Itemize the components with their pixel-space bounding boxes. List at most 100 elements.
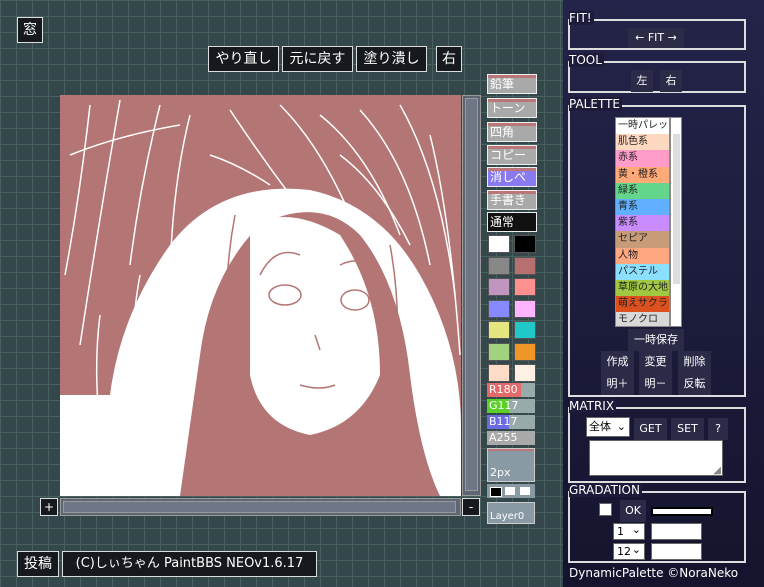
tool-rectangle-label: 四角: [490, 125, 515, 139]
palette-item[interactable]: 紫系: [616, 215, 669, 232]
tool-tone-label: トーン: [490, 101, 526, 115]
tool-freehand[interactable]: 手書き: [487, 190, 537, 210]
palette-item[interactable]: パステル: [616, 263, 669, 280]
matrix-help-button[interactable]: ?: [708, 418, 728, 440]
redo-button[interactable]: やり直し: [208, 46, 279, 72]
alpha-slider[interactable]: A255: [487, 431, 535, 445]
fill-button[interactable]: 塗り潰し: [356, 46, 427, 72]
credit-label: (C)しぃちゃん PaintBBS NEOv1.6.17: [62, 551, 317, 577]
palette-item[interactable]: 青系: [616, 198, 669, 216]
color-swatch[interactable]: [514, 256, 536, 275]
darker-button[interactable]: 明－: [639, 373, 672, 395]
color-swatch[interactable]: [488, 235, 510, 253]
right-button[interactable]: 右: [436, 46, 462, 72]
tool-left-button[interactable]: 左: [631, 70, 653, 92]
color-swatch[interactable]: [488, 278, 510, 296]
color-swatch[interactable]: [514, 235, 536, 253]
window-button[interactable]: 窓: [17, 17, 43, 43]
tool-copy-label: コピー: [490, 148, 527, 162]
palette-item[interactable]: 一時パレット: [616, 118, 669, 135]
blue-value: B117: [489, 415, 518, 428]
horizontal-scrollbar[interactable]: [60, 498, 461, 516]
line-art-image: [60, 95, 461, 496]
palette-list[interactable]: 一時パレット 肌色系 赤系 黄・橙系 緑系 青系 紫系 セピア 人物 パステル …: [615, 117, 670, 327]
gradation-preview: [651, 507, 713, 516]
palette-scrollbar[interactable]: [670, 117, 682, 327]
color-swatch[interactable]: [514, 321, 536, 339]
matrix-get-button[interactable]: GET: [634, 418, 667, 440]
palette-item[interactable]: モノクロ: [616, 312, 669, 326]
pen-size-slider[interactable]: 2px: [487, 448, 535, 482]
chevron-down-icon: ⌄: [631, 543, 641, 556]
line-width-options[interactable]: [487, 484, 535, 498]
gradation-select-2[interactable]: 12 ⌄: [613, 543, 645, 560]
matrix-textarea[interactable]: ◢: [589, 440, 723, 476]
palette-item[interactable]: 黄・橙系: [616, 166, 669, 183]
matrix-select[interactable]: 全体 ⌄: [586, 417, 630, 437]
color-swatch[interactable]: [514, 299, 536, 318]
post-button[interactable]: 投稿: [17, 551, 59, 577]
color-swatch[interactable]: [488, 299, 510, 318]
pen-size-value: 2px: [490, 466, 511, 479]
tool-pencil-label: 鉛筆: [490, 77, 515, 91]
matrix-title: MATRIX: [569, 399, 617, 413]
color-swatch[interactable]: [514, 342, 536, 361]
palette-delete-button[interactable]: 削除: [678, 351, 711, 373]
palette-item[interactable]: セピア: [616, 231, 669, 248]
alpha-value: A255: [489, 431, 518, 444]
layer-label: Layer0: [490, 511, 525, 522]
vertical-scrollbar[interactable]: [462, 95, 481, 496]
drawing-canvas[interactable]: [60, 95, 461, 496]
palette-item[interactable]: 草原の大地: [616, 279, 669, 297]
gradation-color-1[interactable]: [651, 523, 702, 540]
green-slider[interactable]: G117: [487, 399, 535, 413]
palette-item[interactable]: 人物: [616, 247, 669, 264]
palette-item[interactable]: 赤系: [616, 150, 669, 167]
gradation-select-1-value: 1: [617, 525, 624, 538]
undo-button[interactable]: 元に戻す: [282, 46, 353, 72]
tool-tone[interactable]: トーン: [487, 98, 537, 118]
color-swatch[interactable]: [514, 278, 536, 296]
layer-selector[interactable]: Layer0: [487, 502, 535, 524]
gradation-select-2-value: 12: [617, 545, 631, 558]
palette-item[interactable]: 肌色系: [616, 134, 669, 151]
tool-copy[interactable]: コピー: [487, 145, 537, 165]
green-value: G117: [489, 399, 519, 412]
color-swatch[interactable]: [488, 364, 510, 382]
color-swatch[interactable]: [514, 364, 536, 382]
gradation-ok-button[interactable]: OK: [620, 500, 646, 522]
blue-slider[interactable]: B117: [487, 415, 535, 429]
palette-change-button[interactable]: 変更: [639, 351, 672, 373]
chevron-down-icon: ⌄: [616, 420, 626, 433]
palette-item[interactable]: 緑系: [616, 182, 669, 199]
tool-rectangle[interactable]: 四角: [487, 122, 537, 142]
tool-title: TOOL: [569, 53, 604, 67]
gradation-checkbox[interactable]: [599, 503, 612, 516]
tool-pencil[interactable]: 鉛筆: [487, 74, 537, 94]
fit-button[interactable]: ← FIT →: [628, 28, 684, 48]
tool-freehand-label: 手書き: [490, 193, 527, 207]
palette-create-button[interactable]: 作成: [601, 351, 634, 373]
matrix-set-button[interactable]: SET: [671, 418, 704, 440]
gradation-title: GRADATION: [569, 483, 642, 497]
palette-item[interactable]: 萌えサクラ: [616, 296, 669, 313]
gradation-select-1[interactable]: 1 ⌄: [613, 523, 645, 540]
red-slider[interactable]: R180: [487, 383, 535, 397]
tool-right-button[interactable]: 右: [660, 70, 682, 92]
zoom-in-button[interactable]: +: [40, 498, 58, 516]
tool-eraser[interactable]: 消しペン: [487, 167, 537, 202]
dynamic-palette-credit: DynamicPalette ©NoraNeko: [569, 566, 739, 580]
zoom-out-button[interactable]: -: [462, 498, 480, 516]
tool-mode-normal[interactable]: 通常: [487, 212, 537, 232]
palette-title: PALETTE: [569, 97, 622, 111]
temp-save-button[interactable]: 一時保存: [628, 329, 684, 351]
matrix-select-value: 全体: [589, 420, 611, 433]
tool-mode-label: 通常: [490, 215, 515, 229]
invert-button[interactable]: 反転: [678, 373, 711, 395]
color-swatch[interactable]: [488, 256, 510, 275]
brighter-button[interactable]: 明＋: [601, 373, 634, 395]
gradation-color-2[interactable]: [651, 543, 702, 560]
color-swatch[interactable]: [488, 321, 510, 339]
resize-grip-icon: ◢: [713, 465, 721, 476]
color-swatch[interactable]: [488, 342, 510, 361]
